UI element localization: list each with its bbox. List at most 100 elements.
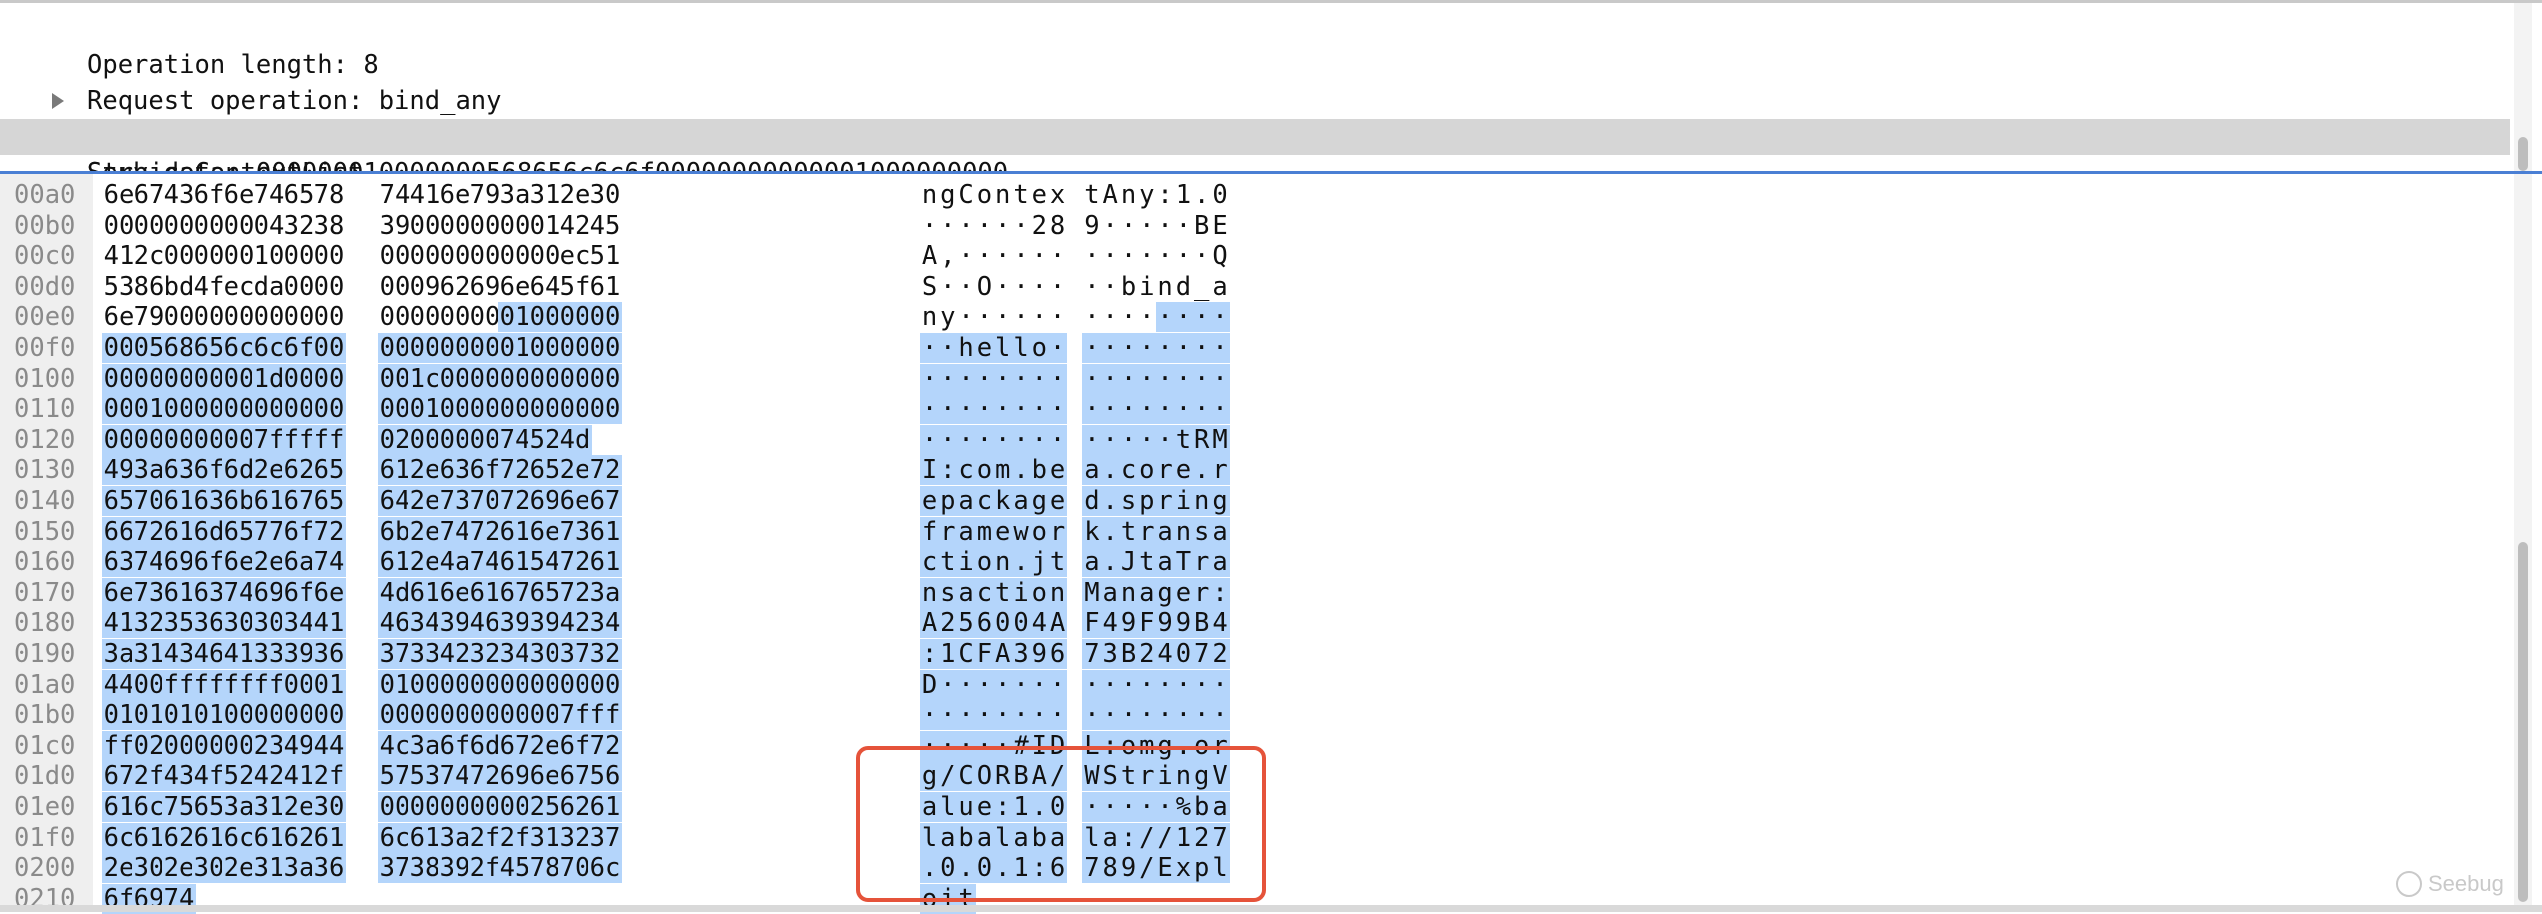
hex-row[interactable]: 01b0 01 01 01 01 00 00 00 00 00 00 00 00 00 00 7f ff · · · ·…: [0, 700, 2510, 731]
hex-byte[interactable]: 6f: [192, 180, 226, 210]
hex-byte[interactable]: 4f: [192, 761, 226, 792]
hex-byte[interactable]: 72: [588, 455, 622, 486]
hex-byte[interactable]: 04: [252, 211, 286, 241]
ascii-char[interactable]: ·: [1137, 363, 1157, 394]
ascii-char[interactable]: ·: [1101, 272, 1120, 302]
hex-byte[interactable]: 32: [468, 639, 502, 669]
hex-byte[interactable]: 6e: [438, 577, 472, 608]
hex-byte[interactable]: 44: [102, 669, 136, 700]
hex-byte[interactable]: 00: [222, 211, 256, 241]
hex-byte[interactable]: 2e: [558, 180, 592, 210]
hex-byte[interactable]: 2e: [408, 516, 442, 547]
hex-byte[interactable]: 01: [528, 211, 562, 241]
hex-byte[interactable]: 6f: [282, 516, 316, 547]
hex-byte[interactable]: 00: [222, 424, 256, 455]
ascii-char[interactable]: A: [1101, 180, 1120, 210]
hex-byte[interactable]: 00: [222, 700, 256, 731]
ascii-char[interactable]: :: [1156, 180, 1175, 210]
hex-byte[interactable]: 00: [312, 241, 346, 271]
hex-byte[interactable]: 2e: [252, 455, 286, 486]
ascii-char[interactable]: ·: [1082, 424, 1102, 455]
ascii-char[interactable]: r: [938, 516, 958, 547]
hex-byte[interactable]: 61: [102, 792, 136, 822]
hex-byte[interactable]: 61: [252, 486, 286, 516]
hex-byte[interactable]: 00: [408, 211, 442, 241]
hex-byte[interactable]: 00: [282, 241, 316, 271]
hex-byte[interactable]: 65: [222, 516, 256, 547]
ascii-char[interactable]: a: [1210, 547, 1230, 578]
ascii-char[interactable]: ·: [1155, 333, 1175, 363]
ascii-char[interactable]: ·: [1082, 241, 1101, 271]
hex-byte[interactable]: 00: [438, 241, 472, 271]
ascii-char[interactable]: a: [1137, 577, 1157, 608]
hex-byte[interactable]: 52: [528, 424, 562, 455]
hex-byte[interactable]: 00: [102, 211, 136, 241]
ascii-char[interactable]: ·: [1155, 302, 1175, 333]
hex-byte[interactable]: 43: [162, 639, 196, 669]
ascii-char[interactable]: T: [1173, 547, 1193, 578]
hex-byte[interactable]: 00: [438, 302, 472, 332]
tree-row-request-operation[interactable]: Request operation: bind_any: [0, 47, 2510, 116]
ascii-char[interactable]: e: [993, 516, 1013, 547]
hex-byte[interactable]: 00: [102, 394, 136, 425]
ascii-char[interactable]: ·: [956, 394, 976, 425]
hex-byte[interactable]: 33: [252, 639, 286, 669]
ascii-char[interactable]: ·: [974, 424, 994, 455]
hex-byte[interactable]: 00: [498, 700, 532, 731]
hex-byte[interactable]: ff: [282, 424, 316, 455]
ascii-char[interactable]: e: [1048, 486, 1068, 516]
hex-byte[interactable]: 00: [408, 241, 442, 271]
hex-byte[interactable]: 39: [498, 608, 532, 639]
hex-byte[interactable]: 31: [132, 639, 166, 669]
hex-byte[interactable]: 6e: [102, 302, 136, 332]
hex-byte[interactable]: 5f: [558, 272, 592, 302]
hex-byte[interactable]: 00: [192, 363, 226, 394]
ascii-char[interactable]: ·: [1012, 211, 1031, 241]
hex-byte[interactable]: 01: [312, 669, 346, 700]
hex-byte[interactable]: 00: [252, 302, 286, 332]
hex-byte[interactable]: 00: [132, 424, 166, 455]
hex-byte[interactable]: 00: [312, 272, 346, 302]
hex-byte[interactable]: 86: [132, 272, 166, 302]
hex-byte[interactable]: 61: [378, 455, 412, 486]
hex-byte[interactable]: 61: [468, 577, 502, 608]
hex-byte[interactable]: 6e: [102, 180, 136, 210]
hex-byte[interactable]: 74: [438, 761, 472, 792]
hex-byte[interactable]: 00: [438, 333, 472, 363]
ascii-char[interactable]: ·: [920, 211, 939, 241]
hex-byte[interactable]: 4d: [378, 577, 412, 608]
ascii-char[interactable]: i: [1137, 272, 1156, 302]
hex-byte[interactable]: 61: [588, 516, 622, 547]
hex-byte[interactable]: 00: [192, 424, 226, 455]
tree-row-service-context-list[interactable]: ServiceContextList: [0, 83, 2510, 188]
ascii-char[interactable]: a: [956, 577, 976, 608]
ascii-char[interactable]: ·: [957, 211, 976, 241]
hex-byte[interactable]: 00: [282, 669, 316, 700]
hex-byte[interactable]: 00: [162, 241, 196, 271]
hex-byte[interactable]: 41: [102, 241, 136, 271]
hex-byte[interactable]: 67: [498, 730, 532, 761]
hex-byte[interactable]: 4d: [558, 424, 592, 455]
hex-byte[interactable]: 00: [528, 363, 562, 394]
hex-byte[interactable]: 46: [192, 639, 226, 669]
hex-byte[interactable]: 00: [588, 363, 622, 394]
hex-byte[interactable]: 2e: [408, 486, 442, 516]
hex-byte[interactable]: 00: [438, 424, 472, 455]
hex-byte[interactable]: 00: [558, 363, 592, 394]
ascii-char[interactable]: f: [920, 516, 939, 547]
ascii-char[interactable]: n: [1156, 272, 1175, 302]
hex-byte[interactable]: 77: [252, 516, 286, 547]
ascii-char[interactable]: r: [1155, 455, 1175, 486]
hex-byte[interactable]: 64: [378, 486, 412, 516]
hex-byte[interactable]: 34: [282, 608, 316, 639]
hex-byte[interactable]: 00: [192, 730, 226, 761]
ascii-char[interactable]: p: [1137, 486, 1157, 516]
hex-byte[interactable]: 01: [498, 302, 532, 333]
hex-byte[interactable]: 31: [528, 822, 562, 853]
hex-byte[interactable]: 05: [132, 333, 166, 363]
ascii-char[interactable]: n: [920, 302, 939, 332]
ascii-char[interactable]: :: [1210, 577, 1230, 608]
ascii-char[interactable]: ·: [993, 302, 1012, 332]
hex-byte[interactable]: 78: [312, 180, 346, 210]
ascii-char[interactable]: ·: [1030, 302, 1049, 332]
